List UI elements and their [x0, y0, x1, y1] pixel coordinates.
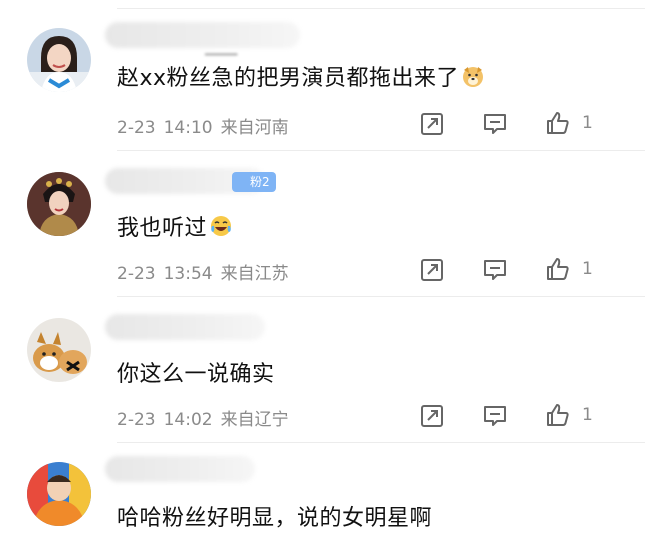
thumbs-up-icon[interactable]: [545, 402, 571, 428]
comment-text: 哈哈粉丝好明显，说的女明星啊: [117, 506, 433, 531]
fan-badge: 粉2: [232, 172, 276, 192]
comment-text: 你这么一说确实: [117, 362, 275, 387]
like-count: 1: [582, 405, 593, 425]
comment-icon[interactable]: [482, 257, 508, 283]
comment-text: 赵xx粉丝急的把男演员都拖出来了: [117, 60, 485, 94]
comment-meta: 2-23 13:54 来自江苏: [117, 259, 297, 284]
avatar[interactable]: [27, 462, 91, 526]
dog-face-emoji: [461, 64, 485, 94]
comment-text: 我也听过: [117, 210, 233, 244]
comment-location: 来自辽宁: [220, 410, 289, 430]
comment-date: 2-23: [117, 264, 156, 284]
comment-meta: 2-23 14:10 来自河南: [117, 113, 297, 138]
share-icon[interactable]: [419, 111, 445, 137]
comment-item: 你这么一说确实 2-23 14:02 来自辽宁 1: [0, 296, 645, 443]
comment-item: ▁▁▁ 赵xx粉丝急的把男演员都拖出来了 2-23 14:10 来自河南 1: [0, 0, 645, 151]
share-icon[interactable]: [419, 403, 445, 429]
comment-date: 2-23: [117, 410, 156, 430]
comment-icon[interactable]: [482, 111, 508, 137]
username-blurred[interactable]: [105, 314, 265, 340]
comment-item: 哈哈粉丝好明显，说的女明星啊: [0, 442, 645, 550]
username-blurred[interactable]: [105, 456, 255, 482]
comment-time: 13:54: [163, 264, 213, 284]
username-ghost: ▁▁▁: [205, 40, 238, 56]
share-icon[interactable]: [419, 257, 445, 283]
comment-location: 来自河南: [220, 118, 289, 138]
laughing-crying-emoji: [209, 214, 233, 244]
like-count: 1: [582, 113, 593, 133]
thumbs-up-icon[interactable]: [545, 110, 571, 136]
comment-time: 14:10: [163, 118, 213, 138]
comment-meta: 2-23 14:02 来自辽宁: [117, 405, 297, 430]
comment-icon[interactable]: [482, 403, 508, 429]
like-count: 1: [582, 259, 593, 279]
username-blurred[interactable]: [105, 22, 300, 48]
comment-date: 2-23: [117, 118, 156, 138]
avatar[interactable]: [27, 318, 91, 382]
comment-time: 14:02: [163, 410, 213, 430]
comment-item: 粉2 我也听过 2-23 13:54 来自江苏 1: [0, 150, 645, 297]
thumbs-up-icon[interactable]: [545, 256, 571, 282]
comment-location: 来自江苏: [220, 264, 289, 284]
avatar[interactable]: [27, 28, 91, 92]
avatar[interactable]: [27, 172, 91, 236]
